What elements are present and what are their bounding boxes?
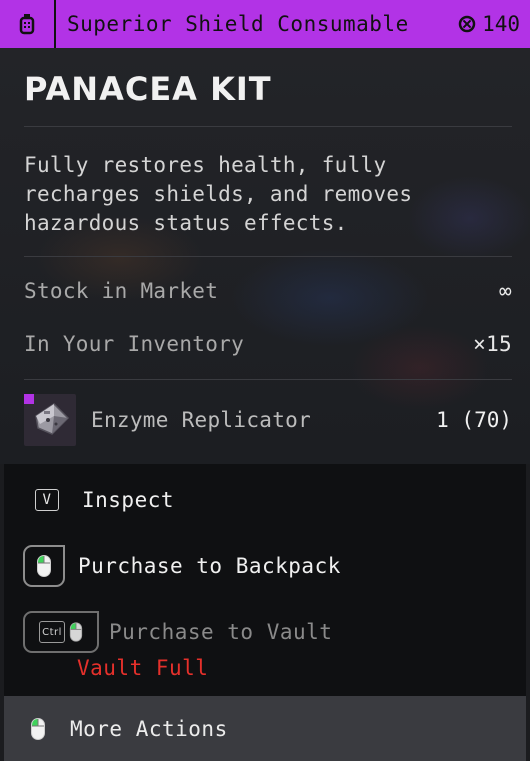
v-key-icon: V	[35, 489, 59, 511]
stock-value: ∞	[499, 279, 512, 303]
consumable-icon	[0, 0, 56, 48]
stock-row: Stock in Market ∞	[24, 279, 512, 303]
item-category: Superior Shield Consumable	[67, 12, 409, 36]
ctrl-key-icon: Ctrl	[39, 621, 65, 643]
inventory-row: In Your Inventory ×15	[24, 332, 512, 356]
purchase-backpack-label: Purchase to Backpack	[78, 554, 341, 578]
enzyme-replicator-icon	[24, 394, 76, 446]
vault-full-status: Vault Full	[77, 656, 209, 680]
inspect-action[interactable]: V Inspect	[35, 488, 174, 512]
divider	[24, 126, 512, 127]
divider	[24, 379, 512, 380]
stock-label: Stock in Market	[24, 279, 219, 303]
ctrl-click-icon: Ctrl	[23, 611, 99, 653]
left-click-icon	[69, 622, 83, 642]
price-value: 140	[482, 12, 520, 36]
header-bar: Superior Shield Consumable 140	[0, 0, 530, 48]
left-click-icon	[23, 545, 65, 587]
item-description: Fully restores health, fully recharges s…	[24, 153, 413, 235]
divider	[24, 256, 512, 257]
rarity-marker	[24, 394, 34, 404]
ctrl-key-label: Ctrl	[42, 626, 62, 638]
mouse-click-icon	[31, 717, 45, 740]
key-label: V	[42, 492, 52, 508]
action-list: V Inspect Purchase to Backpack Ctrl Purc…	[4, 464, 526, 761]
purchase-backpack-action[interactable]: Purchase to Backpack	[23, 545, 341, 587]
item-detail-panel: PANACEA KIT Fully restores health, fully…	[4, 48, 526, 761]
item-name: PANACEA KIT	[24, 70, 272, 108]
ingredient-row[interactable]: Enzyme Replicator 1 (70)	[24, 394, 512, 446]
purchase-vault-label: Purchase to Vault	[109, 620, 333, 644]
currency-icon	[458, 15, 476, 33]
more-actions-button[interactable]: More Actions	[4, 696, 526, 761]
more-actions-label: More Actions	[70, 716, 228, 741]
inventory-value: ×15	[473, 332, 512, 356]
ingredient-quantity: 1 (70)	[436, 408, 512, 432]
ingredient-name: Enzyme Replicator	[91, 408, 312, 432]
purchase-vault-action[interactable]: Ctrl Purchase to Vault	[23, 611, 332, 653]
inspect-label: Inspect	[82, 488, 175, 512]
item-price: 140	[458, 12, 520, 36]
inventory-label: In Your Inventory	[24, 332, 245, 356]
